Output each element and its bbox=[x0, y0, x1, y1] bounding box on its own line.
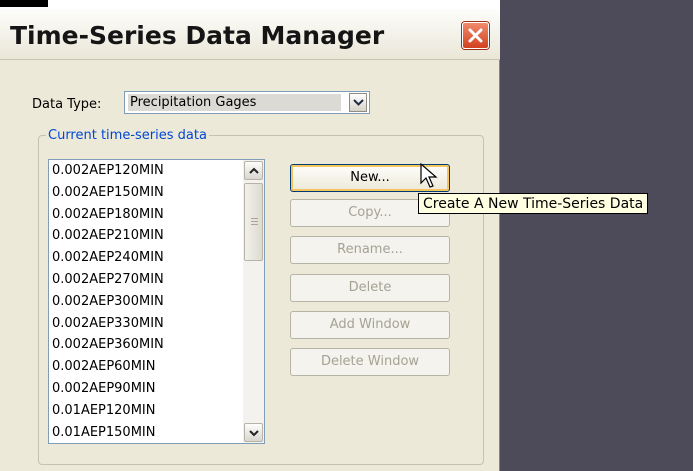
list-item[interactable]: 0.002AEP90MIN bbox=[49, 378, 239, 400]
thumb-grip bbox=[251, 218, 258, 219]
delete-window-button[interactable]: Delete Window bbox=[290, 348, 450, 376]
list-item[interactable]: 0.01AEP120MIN bbox=[49, 400, 239, 422]
close-icon bbox=[468, 28, 483, 43]
window-title: Time-Series Data Manager bbox=[10, 21, 385, 50]
list-scrollbar[interactable] bbox=[243, 160, 264, 443]
add-window-button[interactable]: Add Window bbox=[290, 311, 450, 339]
data-type-select[interactable]: Precipitation Gages bbox=[124, 91, 370, 114]
new-button-tooltip: Create A New Time-Series Data bbox=[418, 193, 649, 214]
dialog-body: Data Type: Precipitation Gages Current t… bbox=[6, 66, 490, 466]
list-item[interactable]: 0.01AEP150MIN bbox=[49, 422, 239, 443]
thumb-grip bbox=[251, 224, 258, 225]
list-item[interactable]: 0.002AEP60MIN bbox=[49, 356, 239, 378]
scroll-thumb[interactable] bbox=[244, 183, 263, 261]
chevron-down-icon bbox=[353, 99, 364, 106]
group-label: Current time-series data bbox=[46, 128, 209, 143]
data-type-value: Precipitation Gages bbox=[128, 94, 341, 111]
list-item[interactable]: 0.002AEP270MIN bbox=[49, 269, 239, 291]
time-series-dialog: Time-Series Data Manager Data Type: Prec… bbox=[0, 9, 500, 471]
data-type-label: Data Type: bbox=[32, 97, 102, 112]
desktop-background bbox=[500, 0, 693, 471]
list-item[interactable]: 0.002AEP180MIN bbox=[49, 204, 239, 226]
data-type-dropdown-button[interactable] bbox=[349, 93, 367, 112]
scroll-up-button[interactable] bbox=[244, 161, 263, 180]
top-edge-artifact bbox=[0, 0, 48, 7]
list-item[interactable]: 0.002AEP150MIN bbox=[49, 182, 239, 204]
close-button[interactable] bbox=[462, 22, 489, 49]
list-item[interactable]: 0.002AEP330MIN bbox=[49, 313, 239, 335]
chevron-down-icon bbox=[249, 430, 259, 437]
title-bar[interactable]: Time-Series Data Manager bbox=[0, 9, 500, 60]
scroll-down-button[interactable] bbox=[244, 423, 263, 442]
chevron-up-icon bbox=[249, 167, 259, 174]
list-item[interactable]: 0.002AEP120MIN bbox=[49, 160, 239, 182]
list-item[interactable]: 0.002AEP300MIN bbox=[49, 291, 239, 313]
thumb-grip bbox=[251, 221, 258, 222]
list-item[interactable]: 0.002AEP360MIN bbox=[49, 334, 239, 356]
list-items: 0.002AEP120MIN 0.002AEP150MIN 0.002AEP180M… bbox=[49, 160, 239, 443]
top-strip bbox=[0, 0, 500, 9]
time-series-list[interactable]: 0.002AEP120MIN 0.002AEP150MIN 0.002AEP180M… bbox=[48, 159, 265, 444]
list-item[interactable]: 0.002AEP210MIN bbox=[49, 225, 239, 247]
list-item[interactable]: 0.002AEP240MIN bbox=[49, 247, 239, 269]
rename-button[interactable]: Rename... bbox=[290, 236, 450, 264]
delete-button[interactable]: Delete bbox=[290, 274, 450, 302]
mouse-pointer-icon bbox=[420, 163, 438, 188]
